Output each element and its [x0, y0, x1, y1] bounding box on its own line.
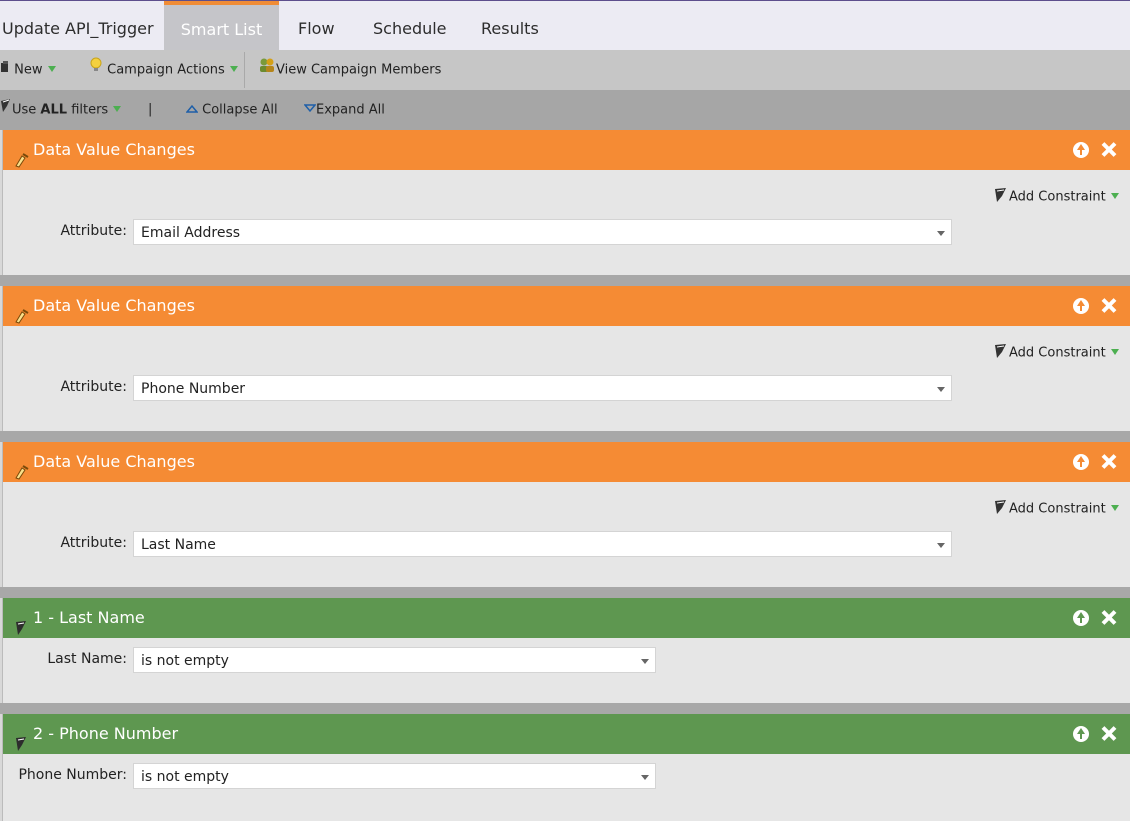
trigger-block-email: Data Value Changes Add Constraint Attrib… — [2, 130, 1130, 275]
attribute-value: Email Address — [141, 225, 241, 241]
trigger-header: Data Value Changes — [3, 130, 1130, 170]
toolbar-divider — [244, 52, 245, 88]
add-constraint-button[interactable]: Add Constraint — [993, 499, 1119, 519]
close-icon[interactable] — [1101, 453, 1117, 469]
attribute-select[interactable]: Last Name — [133, 531, 952, 557]
filter-funnel-icon — [14, 611, 28, 651]
data-change-trigger-icon — [14, 455, 30, 495]
chevron-down-icon — [641, 775, 649, 780]
chevron-down-icon — [1110, 505, 1119, 511]
tab-flow[interactable]: Flow — [298, 1, 335, 50]
move-up-icon[interactable] — [1073, 726, 1089, 742]
people-icon — [258, 50, 276, 90]
filter-block-phone-number: 2 - Phone Number Phone Number: is not em… — [2, 714, 1130, 821]
add-constraint-label: Add Constraint — [1009, 345, 1106, 361]
filter-field-label: Phone Number: — [18, 767, 127, 783]
move-up-icon[interactable] — [1073, 610, 1089, 626]
tab-smart-list[interactable]: Smart List — [164, 1, 279, 50]
use-all-bold: ALL — [40, 102, 68, 118]
lightbulb-icon — [89, 50, 103, 90]
use-all-suffix: filters — [67, 102, 109, 118]
move-up-icon[interactable] — [1073, 454, 1089, 470]
trigger-title: Data Value Changes — [33, 140, 195, 159]
block-gap — [0, 275, 1130, 286]
chevron-down-icon — [113, 106, 122, 112]
close-icon[interactable] — [1101, 725, 1117, 741]
operator-value: is not empty — [141, 653, 229, 669]
view-campaign-members-button[interactable]: View Campaign Members — [258, 50, 441, 90]
chevron-down-icon — [937, 387, 945, 392]
tab-schedule[interactable]: Schedule — [373, 1, 447, 50]
toolbar: New Campaign Actions View Campaign Membe… — [0, 50, 1130, 90]
filter-block-last-name: 1 - Last Name Last Name: is not empty — [2, 598, 1130, 703]
chevron-down-icon — [937, 543, 945, 548]
add-constraint-button[interactable]: Add Constraint — [993, 187, 1119, 207]
close-icon[interactable] — [1101, 609, 1117, 625]
campaign-actions-label: Campaign Actions — [107, 62, 225, 78]
use-all-prefix: Use — [12, 102, 41, 118]
trigger-header: Data Value Changes — [3, 286, 1130, 326]
filter-funnel-icon — [14, 727, 28, 767]
filterbar-separator: | — [148, 102, 153, 117]
triangle-up-icon — [185, 90, 199, 130]
operator-value: is not empty — [141, 769, 229, 785]
attribute-label: Attribute: — [60, 223, 127, 239]
view-campaign-members-label: View Campaign Members — [276, 62, 442, 78]
close-icon[interactable] — [1101, 141, 1117, 157]
filter-header: 2 - Phone Number — [3, 714, 1130, 754]
chevron-down-icon — [641, 659, 649, 664]
block-gap — [0, 431, 1130, 442]
chevron-down-icon — [937, 231, 945, 236]
new-button-label: New — [14, 62, 43, 78]
triangle-down-icon — [303, 90, 317, 130]
filter-funnel-icon — [0, 90, 12, 130]
campaign-actions-button[interactable]: Campaign Actions — [89, 50, 238, 90]
trigger-block-last-name: Data Value Changes Add Constraint Attrib… — [2, 442, 1130, 587]
tab-results[interactable]: Results — [481, 1, 539, 50]
trigger-block-phone: Data Value Changes Add Constraint Attrib… — [2, 286, 1130, 431]
trigger-header: Data Value Changes — [3, 442, 1130, 482]
collapse-all-label: Collapse All — [202, 102, 278, 118]
collapse-all-button[interactable]: Collapse All — [185, 90, 278, 130]
filter-funnel-icon — [993, 499, 1009, 519]
filter-title: 2 - Phone Number — [33, 724, 179, 743]
attribute-label: Attribute: — [60, 535, 127, 551]
filter-header: 1 - Last Name — [3, 598, 1130, 638]
filter-options-bar: Use ALL filters | Collapse All Expand Al… — [0, 90, 1130, 130]
attribute-value: Last Name — [141, 537, 216, 553]
add-constraint-button[interactable]: Add Constraint — [993, 343, 1119, 363]
data-change-trigger-icon — [14, 299, 30, 339]
filter-funnel-icon — [993, 343, 1009, 363]
attribute-value: Phone Number — [141, 381, 246, 397]
move-up-icon[interactable] — [1073, 298, 1089, 314]
trigger-title: Data Value Changes — [33, 296, 195, 315]
close-icon[interactable] — [1101, 297, 1117, 313]
chevron-down-icon — [1110, 349, 1119, 355]
use-all-filters-dropdown[interactable]: Use ALL filters — [0, 90, 122, 130]
attribute-select[interactable]: Email Address — [133, 219, 952, 245]
tab-campaign-name[interactable]: Update API_Trigger — [2, 1, 154, 50]
data-change-trigger-icon — [14, 143, 30, 183]
filter-title: 1 - Last Name — [33, 608, 145, 627]
operator-select[interactable]: is not empty — [133, 763, 656, 789]
block-gap — [0, 703, 1130, 714]
chevron-down-icon — [47, 66, 56, 72]
move-up-icon[interactable] — [1073, 142, 1089, 158]
trigger-title: Data Value Changes — [33, 452, 195, 471]
attribute-select[interactable]: Phone Number — [133, 375, 952, 401]
chevron-down-icon — [1110, 193, 1119, 199]
add-constraint-label: Add Constraint — [1009, 501, 1106, 517]
filter-funnel-icon — [993, 187, 1009, 207]
new-doc-icon — [0, 50, 10, 90]
new-button[interactable]: New — [0, 50, 56, 90]
expand-all-button[interactable]: Expand All — [303, 90, 385, 130]
operator-select[interactable]: is not empty — [133, 647, 656, 673]
tab-bar: Update API_Trigger Smart List Flow Sched… — [0, 1, 1130, 50]
block-gap — [0, 587, 1130, 598]
attribute-label: Attribute: — [60, 379, 127, 395]
filter-field-label: Last Name: — [47, 651, 127, 667]
expand-all-label: Expand All — [316, 102, 385, 118]
add-constraint-label: Add Constraint — [1009, 189, 1106, 205]
chevron-down-icon — [229, 66, 238, 72]
